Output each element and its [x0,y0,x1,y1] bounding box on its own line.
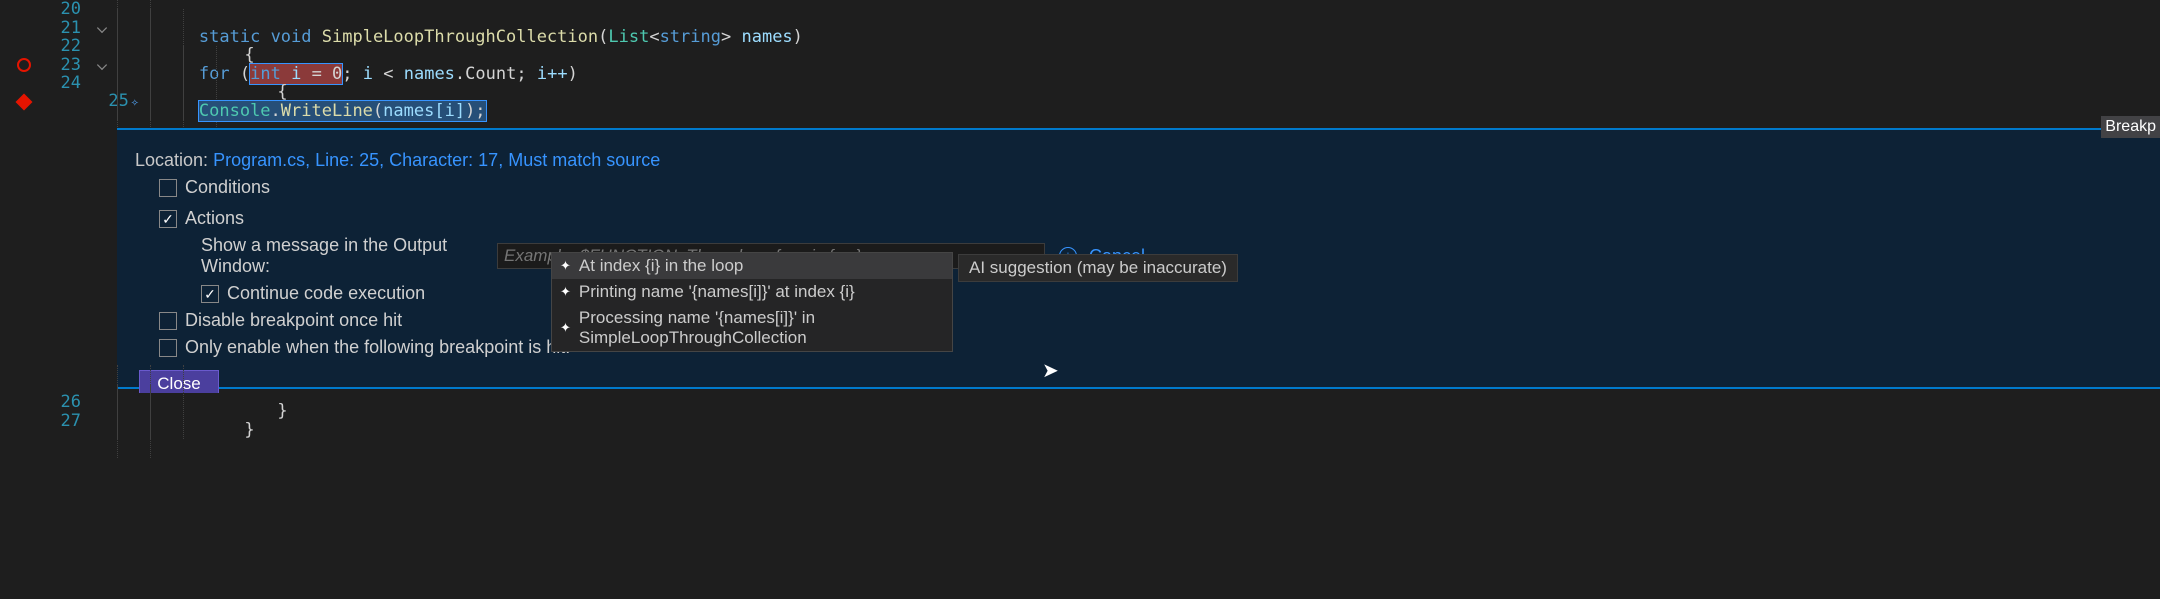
actions-row[interactable]: Actions [159,208,2160,229]
line-number: 22 [47,37,87,56]
conditions-row[interactable]: Conditions [159,177,2160,198]
line-number: 27 [47,412,87,431]
location-line: Location: Program.cs, Line: 25, Characte… [135,150,2160,171]
suggestion-item[interactable]: ✦ Processing name '{names[i]}' in Simple… [552,305,952,351]
breakpoint-hollow-icon[interactable] [17,58,31,72]
code-editor[interactable]: 20 21 static void SimpleLoopThroughColle… [0,0,2160,111]
suggestion-dropdown: ✦ At index {i} in the loop ✦ Printing na… [551,252,953,352]
suggestion-item[interactable]: ✦ At index {i} in the loop [552,253,952,279]
continue-checkbox[interactable] [201,285,219,303]
suggestion-text: Processing name '{names[i]}' in SimpleLo… [579,308,944,348]
code-line[interactable]: 25✧ Console.WriteLine(names[i]); [0,93,2160,112]
selected-expression[interactable]: Console.WriteLine(names[i]); [199,101,486,121]
ai-suggestion-badge: AI suggestion (may be inaccurate) [958,254,1238,282]
only-enable-row[interactable]: Only enable when the following breakpoin… [159,337,2160,358]
output-message-label: Show a message in the Output Window: [135,235,497,277]
sparkle-icon: ✦ [560,284,571,300]
tracepoint-diamond-icon[interactable] [15,93,32,110]
suggestion-item[interactable]: ✦ Printing name '{names[i]}' at index {i… [552,279,952,305]
code-line[interactable]: 27 } [0,412,2160,431]
line-number: 25✧ [47,73,87,131]
location-label: Location: [135,150,213,170]
line-number: 21 [47,19,87,38]
disable-once-row[interactable]: Disable breakpoint once hit [159,310,2160,331]
fold-toggle[interactable] [87,59,117,71]
continue-label: Continue code execution [227,283,425,304]
location-value[interactable]: Program.cs, Line: 25, Character: 17, Mus… [213,150,660,170]
only-enable-checkbox[interactable] [159,339,177,357]
breakpoint-settings-panel: Location: Program.cs, Line: 25, Characte… [117,128,2160,389]
disable-once-label: Disable breakpoint once hit [185,310,402,331]
suggestion-text: At index {i} in the loop [579,256,743,276]
actions-checkbox[interactable] [159,210,177,228]
line-number: 26 [47,393,87,412]
actions-label: Actions [185,208,244,229]
line-number: 20 [47,0,87,19]
conditions-label: Conditions [185,177,270,198]
code-editor-continuation[interactable]: 26 } 27 } [0,393,2160,430]
only-enable-label: Only enable when the following breakpoin… [185,337,570,358]
gutter[interactable] [0,58,47,72]
disable-once-checkbox[interactable] [159,312,177,330]
suggestion-text: Printing name '{names[i]}' at index {i} [579,282,855,302]
sparkle-icon: ✦ [560,258,571,274]
gutter[interactable] [0,96,47,108]
conditions-checkbox[interactable] [159,179,177,197]
breakpoint-tooltip: Breakp [2101,116,2160,138]
line-number: 23 [47,56,87,75]
continue-row[interactable]: Continue code execution [201,283,2160,304]
fold-toggle[interactable] [87,22,117,34]
sparkle-icon: ✦ [560,320,571,336]
